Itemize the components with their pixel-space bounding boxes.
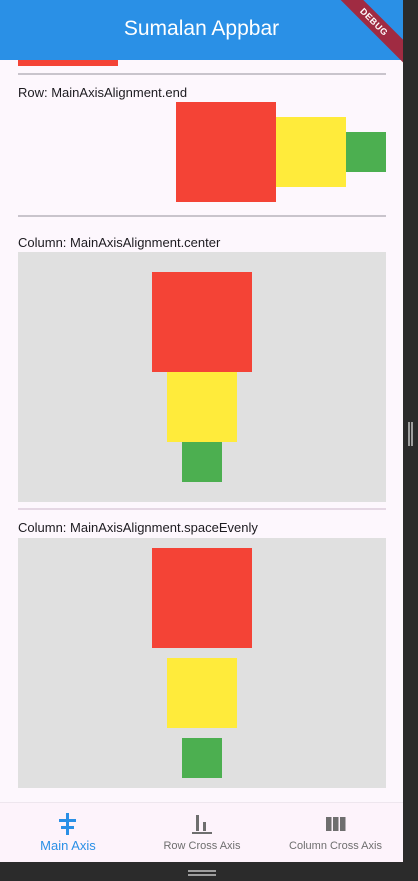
green-box [346,132,386,172]
divider [18,215,386,217]
align-bottom-bars-icon [192,815,212,834]
nav-item-row-cross-axis[interactable]: Row Cross Axis [136,803,268,862]
red-box [152,272,252,372]
yellow-box [167,372,237,442]
app-bar: Sumalan Appbar DEBUG [0,0,403,67]
yellow-box [167,658,237,728]
green-box [182,738,222,778]
app-screen: Sumalan Appbar DEBUG Row: MainAxisAlignm… [0,0,403,862]
bottom-navigation-bar: Main Axis Row Cross Axis Column Cross Ax… [0,802,403,862]
resize-handle[interactable] [408,422,413,446]
section-label: Column: MainAxisAlignment.center [18,235,221,250]
nav-label: Row Cross Axis [163,840,241,852]
section-label: Row: MainAxisAlignment.end [18,85,188,100]
red-box [18,60,118,66]
resize-handle[interactable] [188,870,216,876]
red-box [176,102,276,202]
yellow-box [276,117,346,187]
section-label: Column: MainAxisAlignment.spaceEvenly [18,520,258,535]
nav-label: Main Axis [40,838,96,853]
view-columns-icon [325,817,345,831]
scroll-content[interactable]: Row: MainAxisAlignment.end Column: MainA… [0,60,403,802]
red-box [152,548,252,648]
divider [18,508,386,510]
nav-item-column-cross-axis[interactable]: Column Cross Axis [268,803,403,862]
align-vertical-center-icon [59,813,76,835]
green-box [182,442,222,482]
divider [18,73,386,75]
nav-item-main-axis[interactable]: Main Axis [0,803,136,862]
nav-label: Column Cross Axis [289,840,382,852]
app-bar-title: Sumalan Appbar [123,17,280,40]
